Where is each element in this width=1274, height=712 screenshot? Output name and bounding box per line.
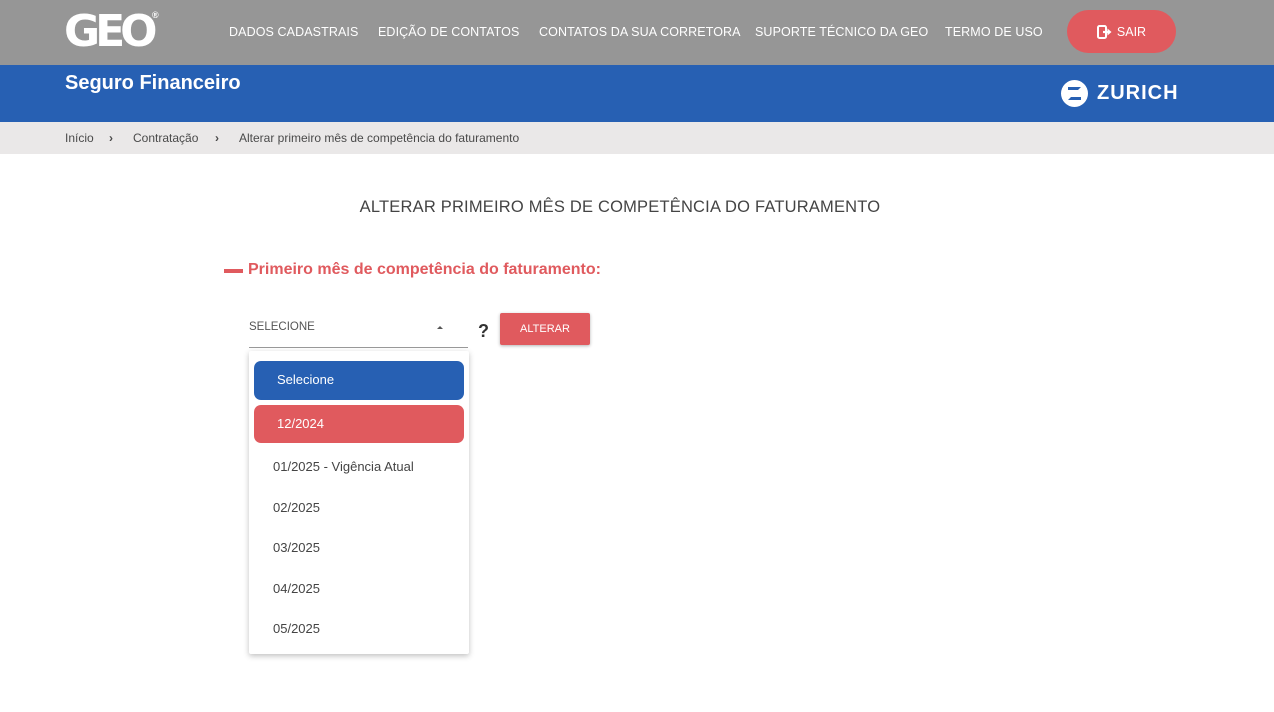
breadcrumb-current: Alterar primeiro mês de competência do f…: [239, 131, 520, 145]
option-05-2025[interactable]: 05/2025: [254, 613, 464, 643]
registered-mark: ®: [152, 10, 159, 20]
option-label: 01/2025 - Vigência Atual: [273, 459, 414, 474]
top-navbar: GEO ® DADOS CADASTRAIS EDIÇÃO DE CONTATO…: [0, 0, 1274, 65]
chevron-right-icon: ›: [215, 131, 219, 145]
nav-suporte-tecnico[interactable]: SUPORTE TÉCNICO DA GEO: [755, 25, 928, 39]
option-02-2025[interactable]: 02/2025: [254, 492, 464, 522]
logout-label: SAIR: [1116, 24, 1147, 39]
nav-contatos-corretora[interactable]: CONTATOS DA SUA CORRETORA: [539, 25, 741, 39]
option-label: Selecione: [277, 372, 335, 387]
logout-icon: [1096, 24, 1112, 39]
chevron-right-icon: ›: [109, 131, 113, 145]
product-title: Seguro Financeiro: [65, 72, 241, 94]
breadcrumb-contratacao[interactable]: Contratação: [133, 131, 198, 145]
option-label: 05/2025: [273, 621, 320, 636]
select-value: SELECIONE: [249, 321, 315, 333]
nav-dados-cadastrais[interactable]: DADOS CADASTRAIS: [229, 25, 358, 39]
option-03-2025[interactable]: 03/2025: [254, 532, 464, 562]
zurich-z-icon: [1061, 79, 1088, 107]
month-select[interactable]: SELECIONE: [249, 312, 468, 348]
nav-edicao-contatos[interactable]: EDIÇÃO DE CONTATOS: [378, 25, 519, 39]
option-12-2024[interactable]: 12/2024: [254, 405, 464, 443]
breadcrumb-inicio[interactable]: Início: [65, 131, 94, 145]
zurich-logo: ZURICH: [1061, 79, 1179, 107]
option-selecione[interactable]: Selecione: [254, 361, 464, 400]
help-icon[interactable]: ?: [478, 321, 489, 342]
option-04-2025[interactable]: 04/2025: [254, 573, 464, 603]
alterar-button[interactable]: ALTERAR: [500, 313, 590, 345]
logout-button[interactable]: SAIR: [1067, 10, 1176, 53]
section-marker: [224, 269, 243, 273]
option-label: 04/2025: [273, 581, 320, 596]
page-title: ALTERAR PRIMEIRO MÊS DE COMPETÊNCIA DO F…: [359, 198, 881, 216]
option-label: 03/2025: [273, 540, 320, 555]
zurich-wordmark: ZURICH: [1097, 81, 1179, 104]
nav-termo-uso[interactable]: TERMO DE USO: [945, 25, 1043, 39]
select-dropdown: Selecione 12/2024 01/2025 - Vigência Atu…: [249, 351, 469, 654]
logo-text: GEO: [64, 6, 158, 57]
caret-up-icon: [437, 326, 443, 329]
option-label: 02/2025: [273, 500, 320, 515]
geo-logo[interactable]: GEO ®: [64, 10, 164, 54]
option-01-2025[interactable]: 01/2025 - Vigência Atual: [254, 451, 464, 481]
option-label: 12/2024: [277, 416, 324, 431]
section-title: Primeiro mês de competência do faturamen…: [248, 261, 601, 278]
